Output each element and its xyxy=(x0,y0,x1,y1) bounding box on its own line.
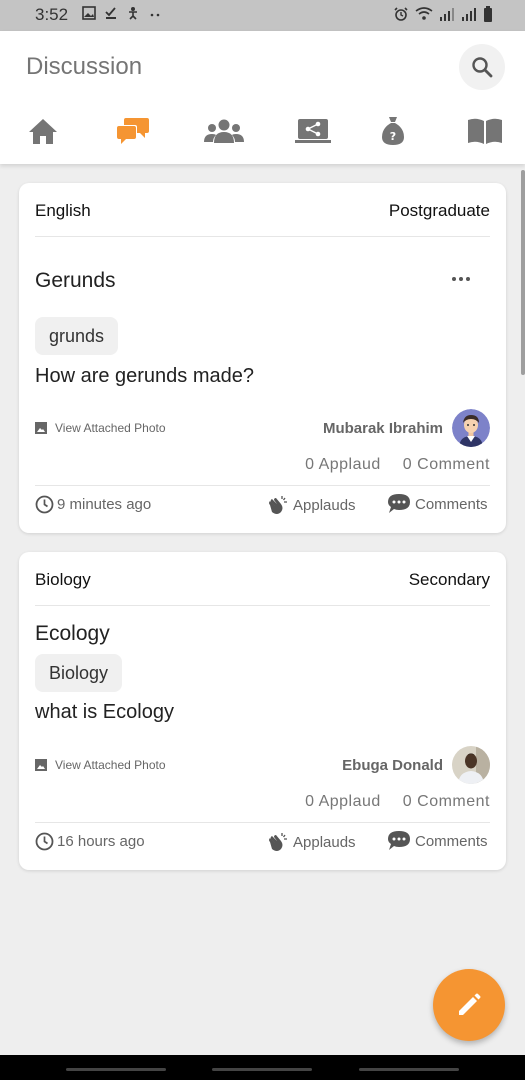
post-title: Gerunds xyxy=(35,269,116,292)
level-label: Secondary xyxy=(408,570,490,589)
search-icon xyxy=(472,57,493,78)
more-dots-icon xyxy=(150,13,160,17)
comments-button[interactable]: Comments xyxy=(387,493,488,515)
comment-count: 0 Comment xyxy=(402,793,490,810)
status-right-icons xyxy=(393,6,493,22)
card-footer: 16 hours ago Applauds Comments xyxy=(35,830,490,854)
back-button[interactable] xyxy=(359,1068,459,1071)
view-attached-photo-link[interactable]: View Attached Photo xyxy=(35,421,166,435)
comment-icon xyxy=(388,831,410,850)
time-ago-text: 16 hours ago xyxy=(57,833,145,850)
home-button[interactable] xyxy=(212,1068,312,1071)
accessibility-icon xyxy=(129,7,137,20)
book-icon xyxy=(468,118,502,144)
photo-icon xyxy=(35,759,47,771)
new-post-button[interactable] xyxy=(433,969,505,1041)
scrollbar-thumb[interactable] xyxy=(521,170,525,375)
signal-icon xyxy=(440,8,454,21)
card-divider xyxy=(35,485,490,486)
post-title: Ecology xyxy=(35,622,110,645)
level-label: Postgraduate xyxy=(388,201,490,220)
comments-label: Comments xyxy=(415,495,488,513)
tab-discussion[interactable] xyxy=(111,111,155,151)
alarm-icon xyxy=(394,7,408,21)
discussion-icon xyxy=(117,118,149,144)
battery-icon xyxy=(484,6,492,22)
clock-icon xyxy=(35,832,54,851)
author-name[interactable]: Ebuga Donald xyxy=(342,757,443,774)
status-left-icons xyxy=(82,6,162,20)
timestamp: 9 minutes ago xyxy=(35,495,151,514)
discussion-card[interactable]: English Postgraduate Gerunds grunds How … xyxy=(19,183,506,533)
svg-text:?: ? xyxy=(390,130,396,143)
more-dot-icon xyxy=(452,277,456,281)
status-time: 3:52 xyxy=(35,5,69,24)
view-attached-photo-link[interactable]: View Attached Photo xyxy=(35,758,166,772)
subject-label: English xyxy=(35,201,91,220)
tab-funds[interactable]: ? xyxy=(371,111,415,151)
comment-icon xyxy=(388,494,410,513)
clock-icon xyxy=(35,495,54,514)
avatar[interactable] xyxy=(452,409,490,447)
clap-icon xyxy=(269,833,287,851)
subject-label: Biology xyxy=(35,570,91,589)
comments-button[interactable]: Comments xyxy=(387,830,488,852)
card-divider xyxy=(35,605,490,606)
question-text: How are gerunds made? xyxy=(35,365,255,387)
system-nav-bar xyxy=(0,1055,525,1080)
card-footer: 9 minutes ago Applauds Comments xyxy=(35,493,490,517)
applaud-count: 0 Applaud xyxy=(305,456,381,473)
tab-groups[interactable] xyxy=(202,111,246,151)
attachment-label: View Attached Photo xyxy=(55,758,166,772)
timestamp: 16 hours ago xyxy=(35,832,145,851)
comment-count: 0 Comment xyxy=(402,456,490,473)
tab-home[interactable] xyxy=(21,111,65,151)
photo-icon xyxy=(35,422,47,434)
nav-tabs: ? xyxy=(0,111,525,151)
avatar-cartoon xyxy=(452,409,490,447)
attachment-label: View Attached Photo xyxy=(55,421,166,435)
money-bag-icon: ? xyxy=(382,117,404,145)
recent-apps-button[interactable] xyxy=(66,1068,166,1071)
tab-screen-share[interactable] xyxy=(291,111,335,151)
search-button[interactable] xyxy=(459,44,505,90)
signal-icon xyxy=(462,8,476,21)
avatar[interactable] xyxy=(452,746,490,784)
pencil-icon xyxy=(459,993,481,1015)
post-stats: 0 Applaud 0 Comment xyxy=(305,793,490,811)
status-bar: 3:52 xyxy=(0,0,525,31)
author-name[interactable]: Mubarak Ibrahim xyxy=(323,420,443,437)
home-icon xyxy=(29,119,57,144)
post-stats: 0 Applaud 0 Comment xyxy=(305,456,490,474)
download-done-icon xyxy=(105,7,116,19)
discussion-card[interactable]: Biology Secondary Ecology Biology what i… xyxy=(19,552,506,870)
card-divider xyxy=(35,236,490,237)
comments-label: Comments xyxy=(415,832,488,850)
applauds-button[interactable]: Applauds xyxy=(265,493,356,517)
question-text: what is Ecology xyxy=(35,701,174,723)
card-divider xyxy=(35,822,490,823)
applauds-button[interactable]: Applauds xyxy=(265,830,356,854)
page-title: Discussion xyxy=(26,53,143,80)
time-ago-text: 9 minutes ago xyxy=(57,496,152,513)
more-dot-icon xyxy=(466,277,470,281)
applaud-count: 0 Applaud xyxy=(305,793,381,810)
image-icon xyxy=(82,6,96,20)
avatar-photo xyxy=(452,746,490,784)
clap-icon xyxy=(269,496,287,514)
tag-chip[interactable]: Biology xyxy=(35,654,123,692)
applauds-label: Applauds xyxy=(293,496,356,514)
applauds-label: Applauds xyxy=(293,833,356,851)
app-bar: Discussion ? xyxy=(0,31,525,164)
tag-chip[interactable]: grunds xyxy=(35,317,119,355)
tab-library[interactable] xyxy=(463,111,507,151)
screen-share-icon xyxy=(295,119,331,143)
more-dot-icon xyxy=(459,277,463,281)
more-options-button[interactable] xyxy=(449,269,473,289)
wifi-icon xyxy=(415,7,433,20)
group-icon xyxy=(204,119,244,143)
